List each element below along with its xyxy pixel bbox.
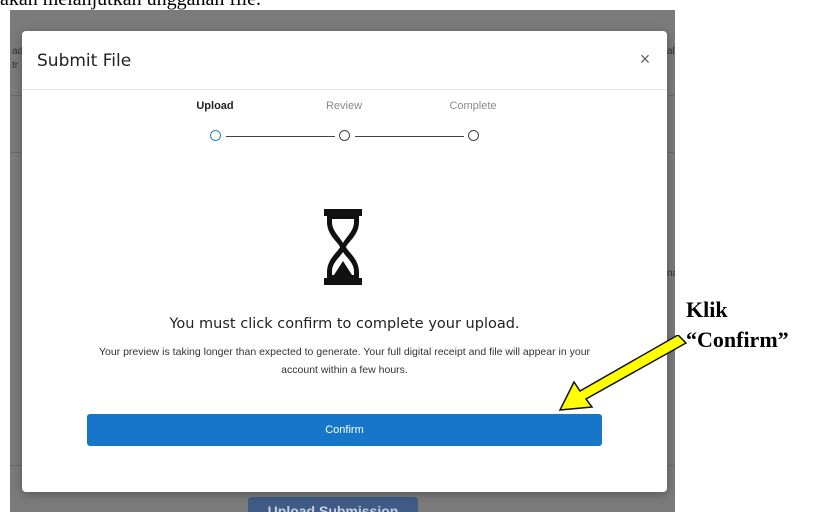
modal-header: Submit File ×	[22, 31, 667, 90]
background-text-fragment: tr	[12, 60, 19, 71]
detail-text: Your preview is taking longer than expec…	[98, 346, 591, 376]
step-review-label: Review	[325, 100, 363, 112]
step-review-indicator	[339, 130, 350, 141]
hourglass-icon	[324, 209, 362, 285]
annotation-label: Klik “Confirm”	[686, 295, 789, 355]
annotation-line: Klik	[686, 297, 728, 322]
confirm-button[interactable]: Confirm	[87, 414, 602, 446]
step-complete-label: Complete	[449, 100, 497, 112]
annotation-line: “Confirm”	[686, 327, 789, 352]
background-text-fragment: na	[667, 268, 675, 279]
modal-title: Submit File	[37, 51, 132, 71]
confirm-message: You must click confirm to complete your …	[169, 316, 520, 332]
submit-file-modal: Submit File × Upload Review Complete You…	[22, 31, 667, 492]
upload-submission-button: Upload Submission	[248, 497, 418, 512]
close-icon[interactable]: ×	[635, 49, 655, 69]
document-caption: akan melanjutkan unggahan file.	[0, 0, 700, 10]
step-complete-indicator	[468, 130, 479, 141]
step-upload-label: Upload	[196, 100, 234, 112]
step-upload-indicator	[210, 130, 221, 141]
step-connector	[226, 136, 335, 137]
pointer-arrow-icon	[558, 335, 688, 411]
background-text-fragment: al	[667, 46, 675, 57]
screenshot-frame: ad tr al na Upload Submission Submit Fil…	[10, 10, 675, 512]
step-connector	[355, 136, 464, 137]
